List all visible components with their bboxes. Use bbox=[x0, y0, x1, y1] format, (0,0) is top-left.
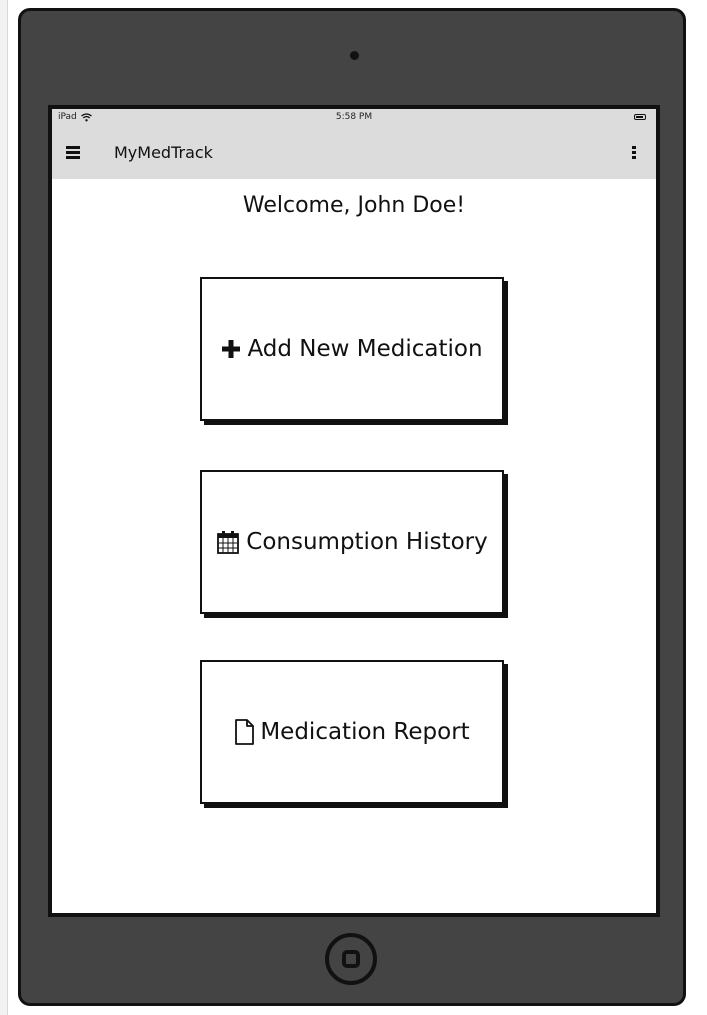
add-new-medication-label: Add New Medication bbox=[247, 336, 483, 362]
calendar-icon bbox=[216, 530, 240, 554]
status-time: 5:58 PM bbox=[335, 112, 373, 122]
status-bar: iPad 5:58 PM bbox=[52, 109, 656, 127]
camera-dot bbox=[350, 51, 359, 60]
battery-icon bbox=[634, 114, 646, 120]
medication-report-label: Medication Report bbox=[260, 719, 470, 745]
tablet-frame: iPad 5:58 PM MyMedTrack Welcome, John Do… bbox=[18, 8, 686, 1006]
medication-report-button[interactable]: Medication Report bbox=[200, 660, 504, 804]
more-vertical-icon[interactable] bbox=[632, 146, 636, 160]
app-screen: iPad 5:58 PM MyMedTrack Welcome, John Do… bbox=[48, 105, 660, 917]
app-title: MyMedTrack bbox=[114, 143, 213, 162]
home-square-icon bbox=[342, 950, 360, 968]
consumption-history-button[interactable]: Consumption History bbox=[200, 470, 504, 614]
consumption-history-label: Consumption History bbox=[246, 529, 488, 555]
page-edge bbox=[0, 0, 8, 1015]
file-icon bbox=[234, 719, 255, 745]
app-toolbar: MyMedTrack bbox=[52, 127, 656, 179]
home-button[interactable] bbox=[325, 933, 377, 985]
plus-icon bbox=[221, 339, 241, 359]
hamburger-menu-icon[interactable] bbox=[66, 146, 80, 159]
add-new-medication-button[interactable]: Add New Medication bbox=[200, 277, 504, 421]
welcome-heading: Welcome, John Doe! bbox=[242, 193, 466, 218]
